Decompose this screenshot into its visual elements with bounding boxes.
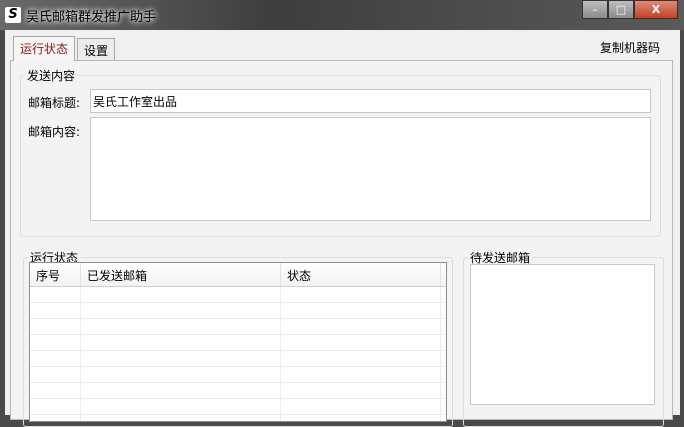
minimize-button[interactable]: – bbox=[582, 0, 608, 19]
table-cell bbox=[281, 399, 441, 414]
table-cell bbox=[30, 351, 81, 366]
table-cell bbox=[281, 287, 441, 302]
table-row bbox=[30, 383, 446, 399]
tab-panel: 发送内容 邮箱标题: 吴氏工作室出品 邮箱内容: 运行状态 序号 已发送邮箱 状… bbox=[10, 60, 673, 427]
table-cell bbox=[281, 335, 441, 350]
table-row bbox=[30, 303, 446, 319]
tab-settings[interactable]: 设置 bbox=[77, 38, 116, 60]
table-cell bbox=[281, 303, 441, 318]
table-cell bbox=[30, 383, 81, 398]
title-bar: S 吴氏邮箱群发推广助手 – □ X bbox=[0, 0, 684, 30]
table-cell bbox=[81, 383, 281, 398]
close-button[interactable]: X bbox=[634, 0, 678, 19]
table-cell bbox=[281, 415, 441, 421]
table-cell bbox=[30, 335, 81, 350]
tab-run-status[interactable]: 运行状态 bbox=[13, 36, 76, 61]
table-row bbox=[30, 415, 446, 421]
table-cell bbox=[30, 319, 81, 334]
app-icon: S bbox=[5, 7, 21, 23]
column-header-email[interactable]: 已发送邮箱 bbox=[81, 263, 281, 286]
table-cell bbox=[81, 351, 281, 366]
table-cell bbox=[30, 367, 81, 382]
table-row bbox=[30, 335, 446, 351]
table-cell bbox=[30, 303, 81, 318]
pending-listbox[interactable] bbox=[470, 264, 655, 405]
table-cell bbox=[281, 383, 441, 398]
table-cell bbox=[281, 319, 441, 334]
table-cell bbox=[81, 399, 281, 414]
column-header-status[interactable]: 状态 bbox=[281, 263, 441, 286]
table-cell bbox=[281, 367, 441, 382]
table-cell bbox=[81, 335, 281, 350]
table-cell bbox=[81, 287, 281, 302]
table-row bbox=[30, 399, 446, 415]
table-row bbox=[30, 351, 446, 367]
client-area: 运行状态 设置 复制机器码 发送内容 邮箱标题: 吴氏工作室出品 邮箱内容: 运… bbox=[5, 30, 680, 427]
sent-table[interactable]: 序号 已发送邮箱 状态 bbox=[29, 262, 447, 422]
table-row bbox=[30, 367, 446, 383]
maximize-button[interactable]: □ bbox=[608, 0, 634, 19]
table-cell bbox=[30, 415, 81, 421]
send-content-title: 发送内容 bbox=[25, 67, 78, 84]
body-textarea[interactable] bbox=[90, 117, 651, 221]
window-title: 吴氏邮箱群发推广助手 bbox=[26, 10, 157, 25]
table-cell bbox=[81, 367, 281, 382]
subject-label: 邮箱标题: bbox=[28, 96, 81, 110]
table-cell bbox=[30, 287, 81, 302]
table-cell bbox=[281, 351, 441, 366]
table-row bbox=[30, 319, 446, 335]
table-cell bbox=[81, 303, 281, 318]
table-header: 序号 已发送邮箱 状态 bbox=[30, 263, 446, 287]
table-cell bbox=[81, 319, 281, 334]
table-row bbox=[30, 287, 446, 303]
subject-input[interactable]: 吴氏工作室出品 bbox=[90, 89, 651, 113]
copy-machine-code-button[interactable]: 复制机器码 bbox=[600, 39, 660, 56]
column-header-index[interactable]: 序号 bbox=[30, 263, 81, 286]
body-label: 邮箱内容: bbox=[28, 125, 81, 139]
table-cell bbox=[81, 415, 281, 421]
table-cell bbox=[30, 399, 81, 414]
